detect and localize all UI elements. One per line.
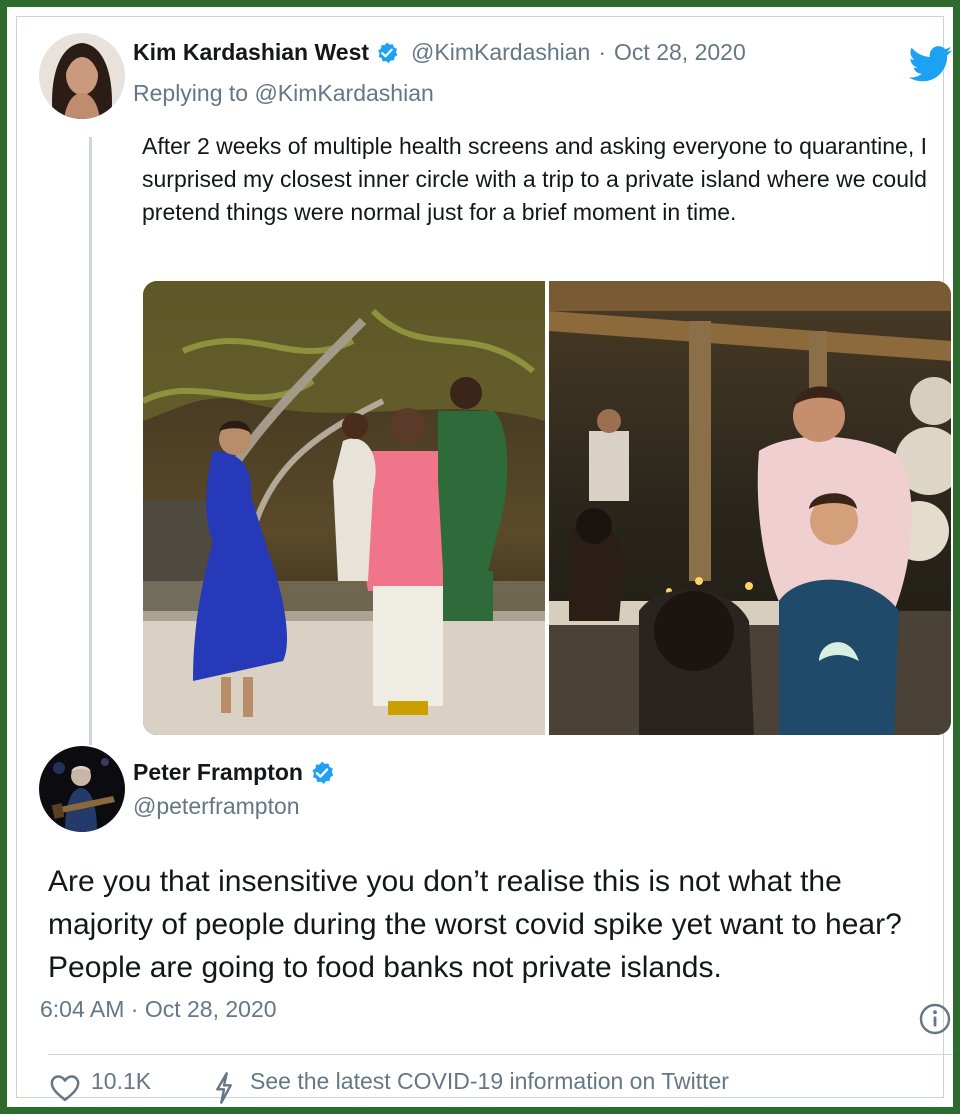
- kim-handle[interactable]: @KimKardashian: [411, 39, 590, 66]
- reply-tweet-text: Are you that insensitive you don’t reali…: [48, 865, 902, 984]
- kim-tweet-text: After 2 weeks of multiple health screens…: [142, 133, 928, 225]
- kim-author-name[interactable]: Kim Kardashian West: [133, 39, 369, 66]
- tweet-date[interactable]: Oct 28, 2020: [614, 39, 746, 66]
- actions-divider: [48, 1054, 953, 1055]
- peter-handle[interactable]: @peterframpton: [133, 793, 300, 820]
- twitter-bird-icon[interactable]: [908, 46, 953, 87]
- peter-header: Peter Frampton: [133, 759, 335, 786]
- kim-header: Kim Kardashian West @KimKardashian · Oct…: [133, 39, 746, 66]
- peter-avatar[interactable]: [39, 746, 125, 832]
- kim-avatar[interactable]: [39, 33, 125, 119]
- info-icon[interactable]: [918, 1002, 952, 1041]
- header-separator: ·: [598, 39, 607, 65]
- covid-info-link[interactable]: See the latest COVID-19 information on T…: [250, 1068, 729, 1095]
- photo-left-party-beach[interactable]: [143, 281, 545, 735]
- verified-badge-icon: [309, 760, 335, 786]
- tweet-card: Kim Kardashian West @KimKardashian · Oct…: [16, 16, 953, 1104]
- lightning-bolt-icon[interactable]: [213, 1072, 235, 1109]
- screenshot-frame: Kim Kardashian West @KimKardashian · Oct…: [0, 0, 960, 1114]
- replying-to-text[interactable]: Replying to @KimKardashian: [133, 80, 434, 107]
- photo-right-dinner[interactable]: [549, 281, 951, 735]
- verified-badge-icon: [375, 41, 399, 65]
- like-count[interactable]: 10.1K: [91, 1068, 151, 1095]
- peter-author-name[interactable]: Peter Frampton: [133, 759, 303, 786]
- tweet-photos: [143, 281, 951, 735]
- heart-icon[interactable]: [50, 1074, 80, 1107]
- reply-timestamp[interactable]: 6:04 AM · Oct 28, 2020: [40, 996, 277, 1023]
- thread-connector-line: [89, 137, 92, 745]
